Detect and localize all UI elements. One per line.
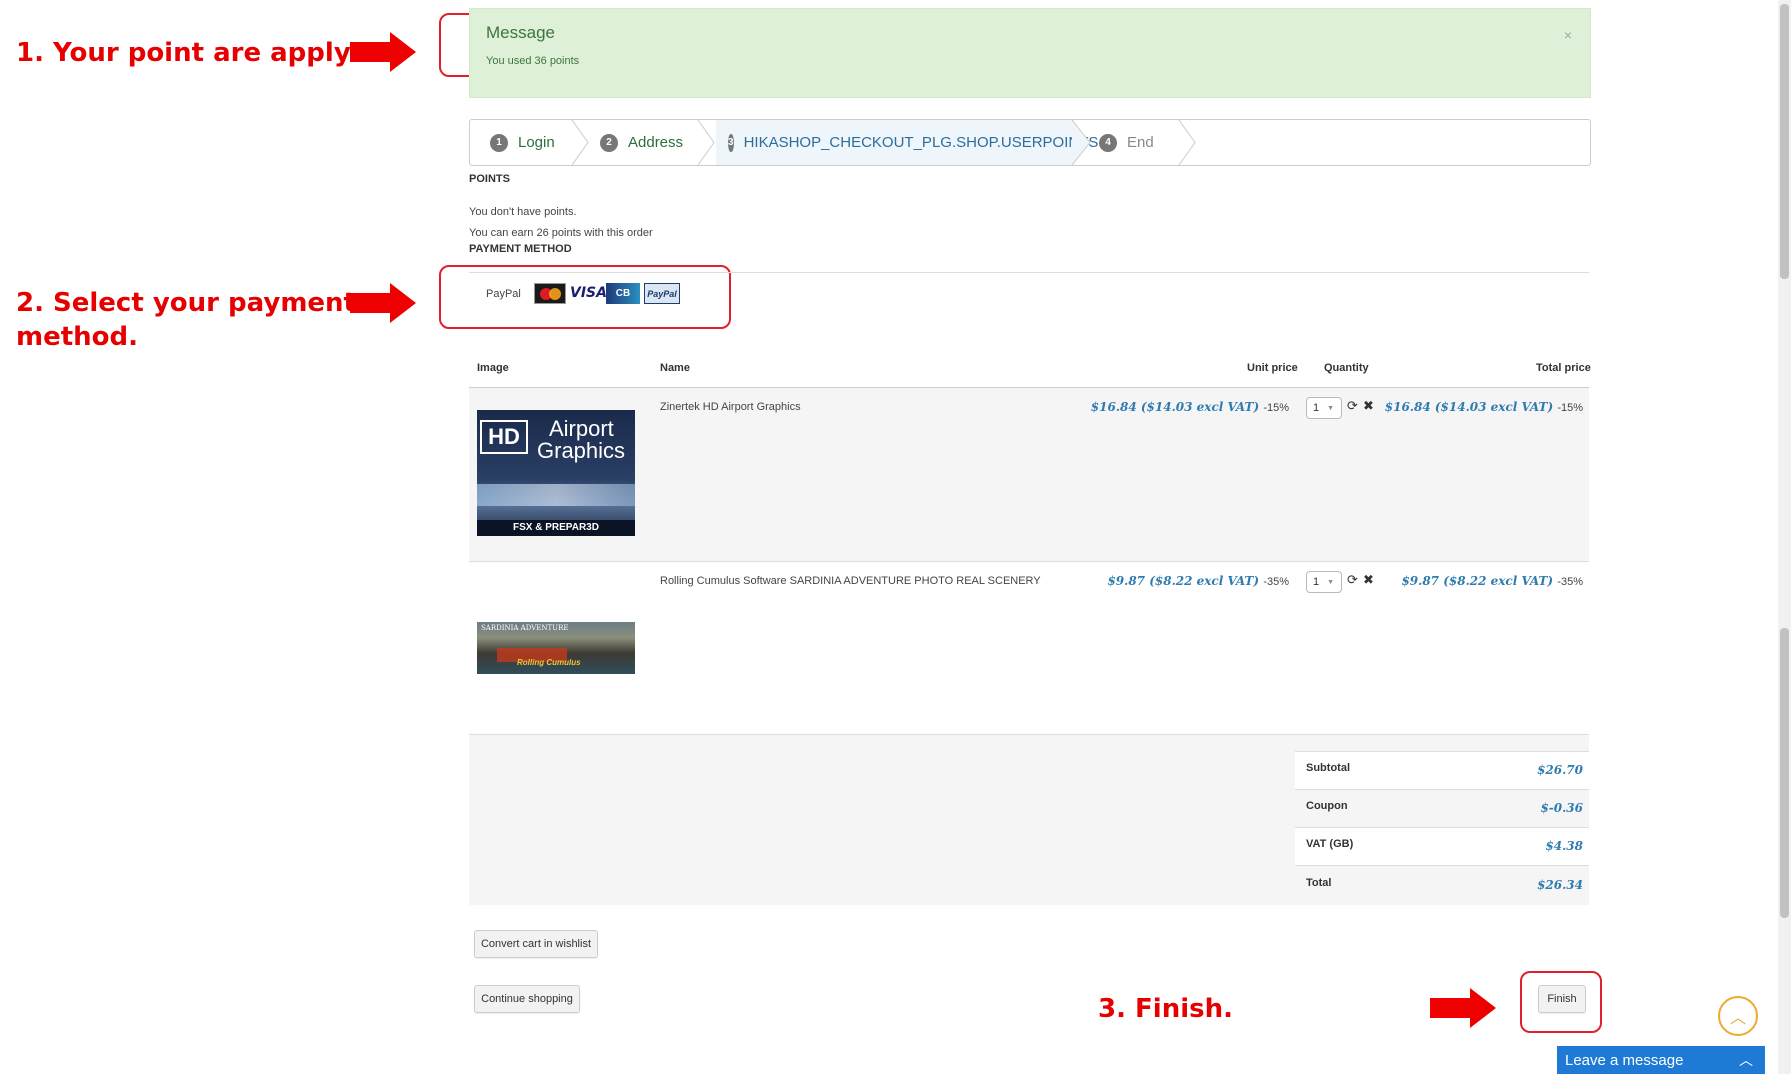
- unit-price: $16.84 ($14.03 excl VAT) -15%: [1091, 400, 1289, 414]
- chevron-right-icon: [1072, 120, 1091, 165]
- annotation-step2-line2: method.: [16, 322, 139, 352]
- remove-icon[interactable]: ✖: [1363, 572, 1374, 588]
- quantity-select[interactable]: 1 ▼: [1306, 571, 1342, 593]
- total-discount: -15%: [1557, 402, 1583, 414]
- continue-shopping-button[interactable]: Continue shopping: [474, 985, 580, 1013]
- total-discount: -35%: [1557, 576, 1583, 588]
- close-icon[interactable]: ×: [1564, 27, 1572, 43]
- total-price: $16.84 ($14.03 excl VAT) -15%: [1385, 400, 1583, 414]
- arrow-right-icon: [350, 283, 416, 323]
- live-chat-label: Leave a message: [1565, 1051, 1684, 1069]
- cb-icon: CB: [606, 283, 640, 304]
- back-to-top-icon[interactable]: ︿: [1718, 996, 1758, 1036]
- chevron-right-icon: [1178, 120, 1196, 165]
- annotation-step3: 3. Finish.: [1098, 994, 1233, 1024]
- product-image[interactable]: HD Airport Graphics FSX & PREPAR3D: [477, 410, 635, 536]
- divider: [1295, 827, 1589, 828]
- convert-wishlist-button[interactable]: Convert cart in wishlist: [474, 930, 598, 958]
- chevron-right-icon: [571, 120, 589, 165]
- message-title: Message: [486, 23, 555, 42]
- step-number: 3: [728, 133, 734, 152]
- annotation-step1: 1. Your point are apply.: [16, 38, 359, 68]
- vat-value: $4.38: [1545, 839, 1583, 853]
- total-price-value: $16.84 ($14.03 excl VAT): [1384, 400, 1554, 414]
- unit-discount: -15%: [1263, 402, 1289, 414]
- step-number: 2: [600, 133, 618, 152]
- image-footer: Rolling Cumulus: [517, 658, 581, 667]
- remove-icon[interactable]: ✖: [1363, 398, 1374, 414]
- points-heading: POINTS: [469, 173, 510, 185]
- total-label: Total: [1306, 877, 1332, 889]
- step-label: Login: [518, 134, 555, 151]
- divider: [1295, 751, 1589, 752]
- step-userpoints[interactable]: 3 HIKASHOP_CHECKOUT_PLG.SHOP.USERPOINTS: [716, 120, 1098, 165]
- caret-down-icon: ▼: [1327, 578, 1335, 586]
- step-end: 4 End: [1099, 120, 1189, 165]
- product-name[interactable]: Zinertek HD Airport Graphics: [660, 401, 801, 413]
- caret-down-icon: ▼: [1327, 404, 1335, 412]
- paypal-icon: PayPal: [644, 283, 680, 304]
- scrollbar-thumb[interactable]: [1780, 4, 1789, 279]
- arrow-right-icon: [350, 32, 416, 72]
- unit-discount: -35%: [1263, 576, 1289, 588]
- product-name[interactable]: Rolling Cumulus Software SARDINIA ADVENT…: [660, 575, 1041, 587]
- image-line2: Graphics: [537, 438, 626, 463]
- scrollbar-thumb[interactable]: [1780, 628, 1789, 918]
- checkout-steps: 1 Login 2 Address 3 HIKASHOP_CHECKOUT_PL…: [469, 119, 1591, 166]
- col-image: Image: [477, 362, 509, 374]
- product-image[interactable]: SARDINIA ADVENTURE Rolling Cumulus: [477, 622, 635, 674]
- visa-icon: VISA: [570, 285, 607, 301]
- payment-option-paypal[interactable]: PayPal VISA CB PayPal: [486, 280, 686, 308]
- vat-label: VAT (GB): [1306, 838, 1354, 850]
- unit-price-value: $9.87 ($8.22 excl VAT): [1107, 574, 1260, 588]
- payment-method-name: PayPal: [486, 288, 521, 300]
- quantity-select[interactable]: 1 ▼: [1306, 397, 1342, 419]
- refresh-icon[interactable]: ⟳: [1347, 398, 1358, 414]
- live-chat-bar[interactable]: Leave a message ︿: [1557, 1046, 1765, 1074]
- payment-heading: PAYMENT METHOD: [469, 243, 572, 255]
- step-number: 1: [490, 133, 508, 152]
- total-value: $26.34: [1537, 878, 1583, 892]
- finish-button[interactable]: Finish: [1538, 985, 1586, 1013]
- col-unit-price: Unit price: [1247, 362, 1298, 374]
- image-footer: FSX & PREPAR3D: [477, 520, 635, 536]
- mastercard-icon: [534, 283, 566, 304]
- step-number: 4: [1099, 133, 1117, 152]
- image-hd: HD: [480, 420, 528, 454]
- annotation-step2-line1: 2. Select your payment: [16, 288, 356, 318]
- subtotal-label: Subtotal: [1306, 762, 1350, 774]
- message-text: You used 36 points: [486, 55, 580, 67]
- arrow-right-icon: [1430, 988, 1496, 1028]
- unit-price-value: $16.84 ($14.03 excl VAT): [1090, 400, 1260, 414]
- summary-row-total: [469, 865, 1589, 905]
- unit-price: $9.87 ($8.22 excl VAT) -35%: [1107, 574, 1289, 588]
- total-price-value: $9.87 ($8.22 excl VAT): [1401, 574, 1554, 588]
- divider: [469, 561, 1589, 562]
- system-message: Message You used 36 points ×: [469, 8, 1591, 98]
- step-label: End: [1127, 134, 1154, 151]
- chevron-up-icon[interactable]: ︿: [1739, 1050, 1753, 1070]
- points-balance: You don't have points.: [469, 206, 577, 218]
- image-title: SARDINIA ADVENTURE: [481, 624, 569, 632]
- quantity-value: 1: [1313, 576, 1320, 588]
- col-total-price: Total price: [1536, 362, 1591, 374]
- divider: [1295, 865, 1589, 866]
- step-address[interactable]: 2 Address: [600, 120, 710, 165]
- refresh-icon[interactable]: ⟳: [1347, 572, 1358, 588]
- coupon-label: Coupon: [1306, 800, 1348, 812]
- step-label: Address: [628, 134, 684, 151]
- subtotal-value: $26.70: [1537, 763, 1583, 777]
- total-price: $9.87 ($8.22 excl VAT) -35%: [1401, 574, 1583, 588]
- col-quantity: Quantity: [1324, 362, 1369, 374]
- col-name: Name: [660, 362, 690, 374]
- summary-row-coupon: [469, 789, 1589, 827]
- coupon-value: $-0.36: [1540, 801, 1583, 815]
- points-earn: You can earn 26 points with this order: [469, 227, 653, 239]
- chevron-right-icon: [697, 120, 715, 165]
- divider: [469, 272, 1589, 273]
- summary-row-spacer: [469, 735, 1589, 751]
- step-label: HIKASHOP_CHECKOUT_PLG.SHOP.USERPOINTS: [743, 134, 1099, 151]
- divider: [1295, 789, 1589, 790]
- quantity-value: 1: [1313, 402, 1320, 414]
